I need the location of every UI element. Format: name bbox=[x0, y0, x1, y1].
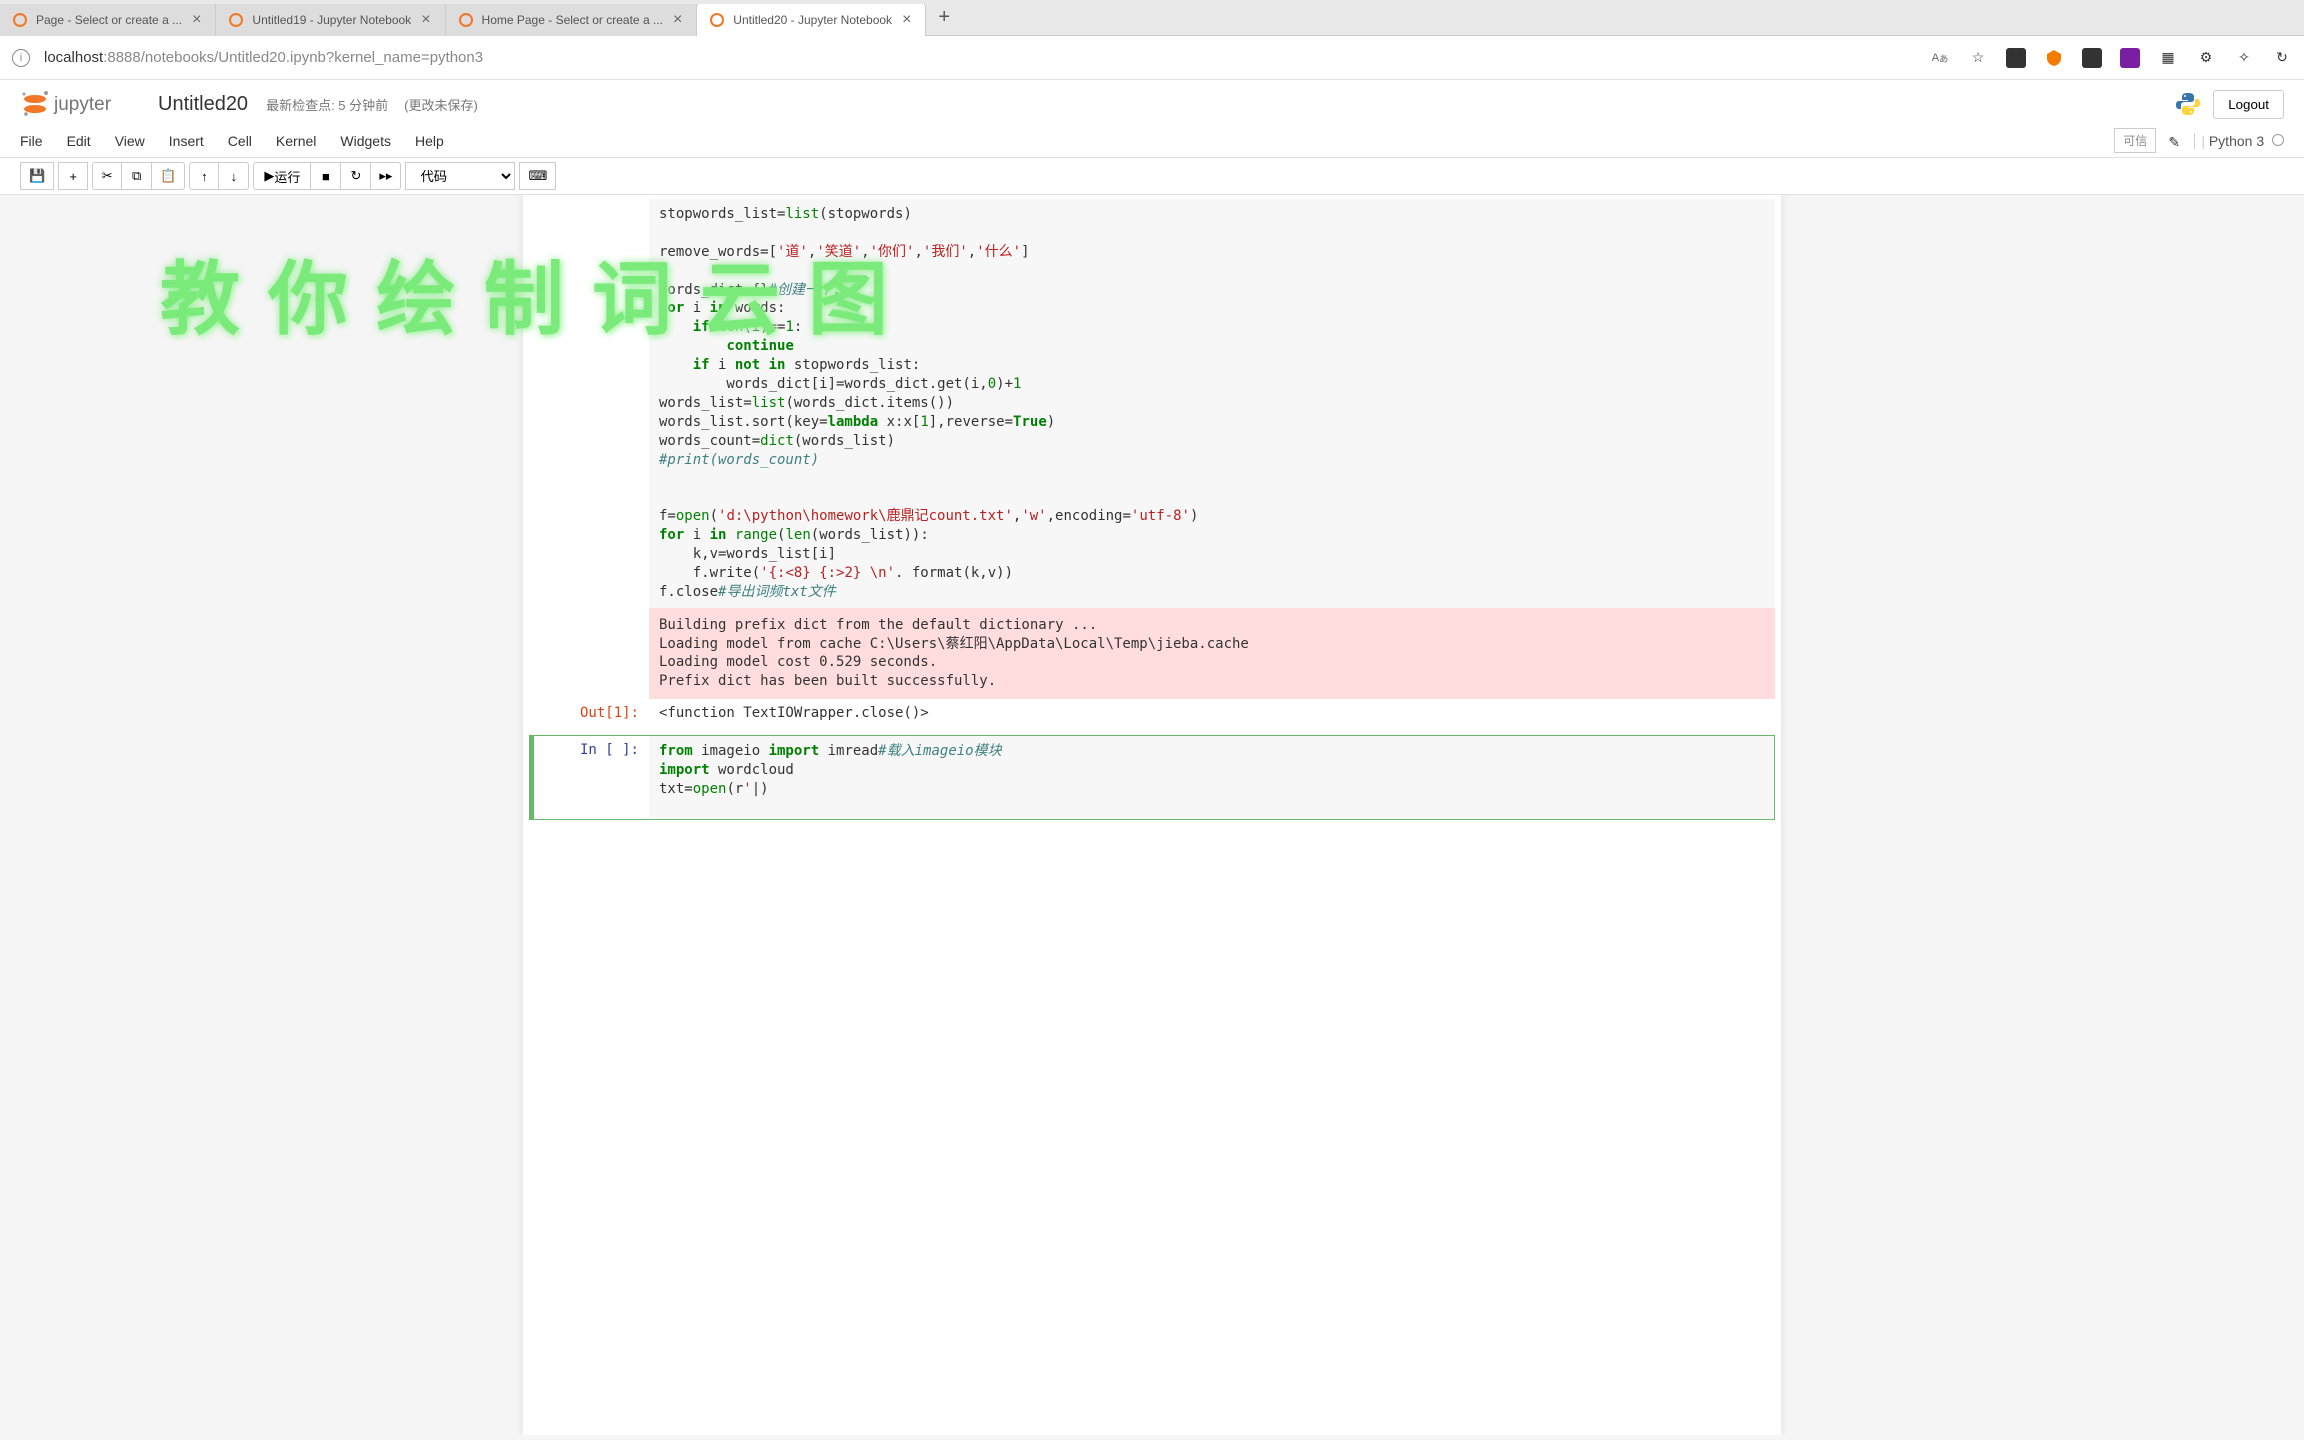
jupyter-tab-icon bbox=[709, 12, 725, 28]
kernel-name[interactable]: | Python 3 bbox=[2194, 133, 2284, 149]
menu-right: 可信 ✎ | Python 3 bbox=[2114, 128, 2284, 153]
logout-button[interactable]: Logout bbox=[2213, 90, 2284, 119]
url-host: localhost bbox=[44, 49, 103, 66]
favorites-icon[interactable]: ✧ bbox=[2234, 48, 2254, 68]
extensions-icon[interactable]: ⚙ bbox=[2196, 48, 2216, 68]
site-info-icon[interactable]: i bbox=[12, 49, 30, 67]
output-cell-1: Out[1]: <function TextIOWrapper.close()> bbox=[529, 699, 1775, 727]
move-up-button[interactable]: ↑ bbox=[189, 162, 219, 190]
cut-button[interactable]: ✂ bbox=[92, 162, 122, 190]
browser-tab-1[interactable]: Untitled19 - Jupyter Notebook × bbox=[216, 4, 445, 36]
history-icon[interactable]: ↻ bbox=[2272, 48, 2292, 68]
notebook-title[interactable]: Untitled20 bbox=[158, 93, 248, 116]
browser-tabstrip: Page - Select or create a ... × Untitled… bbox=[0, 0, 2304, 36]
unsaved-status: (更改未保存) bbox=[404, 95, 478, 114]
input-prompt-2: In [ ]: bbox=[534, 736, 649, 819]
browser-tab-2[interactable]: Home Page - Select or create a ... × bbox=[446, 4, 698, 36]
jupyter-header: jupyter Untitled20 最新检查点: 5 分钟前 (更改未保存) … bbox=[0, 80, 2304, 124]
stderr-text: Building prefix dict from the default di… bbox=[649, 608, 1775, 700]
close-icon[interactable]: × bbox=[190, 11, 203, 29]
ext-icon-4[interactable] bbox=[2120, 48, 2140, 68]
code-cell-1[interactable]: stopwords_list=list(stopwords) remove_wo… bbox=[529, 199, 1775, 608]
close-icon[interactable]: × bbox=[900, 11, 913, 29]
tab-title: Untitled19 - Jupyter Notebook bbox=[252, 13, 411, 27]
ext-icon-2[interactable] bbox=[2044, 48, 2064, 68]
code-editor-1[interactable]: stopwords_list=list(stopwords) remove_wo… bbox=[649, 199, 1775, 608]
tab-title: Untitled20 - Jupyter Notebook bbox=[733, 13, 892, 27]
jupyter-logo[interactable]: jupyter bbox=[20, 88, 140, 120]
output-prompt-1: Out[1]: bbox=[529, 699, 649, 727]
kernel-idle-icon bbox=[2272, 134, 2284, 146]
run-button[interactable]: ▶ 运行 bbox=[253, 162, 311, 190]
stderr-output: Building prefix dict from the default di… bbox=[529, 608, 1775, 700]
menu-view[interactable]: View bbox=[115, 129, 145, 153]
jupyter-tab-icon bbox=[458, 12, 474, 28]
close-icon[interactable]: × bbox=[671, 11, 684, 29]
move-down-button[interactable]: ↓ bbox=[219, 162, 249, 190]
jupyter-menubar: File Edit View Insert Cell Kernel Widget… bbox=[0, 124, 2304, 158]
jupyter-logo-svg: jupyter bbox=[20, 88, 140, 120]
jupyter-tab-icon bbox=[228, 12, 244, 28]
notebook-container: stopwords_list=list(stopwords) remove_wo… bbox=[523, 195, 1781, 1435]
browser-tab-3[interactable]: Untitled20 - Jupyter Notebook × bbox=[697, 4, 926, 36]
star-icon[interactable]: ☆ bbox=[1968, 48, 1988, 68]
save-button[interactable]: 💾 bbox=[20, 162, 54, 190]
menu-help[interactable]: Help bbox=[415, 129, 444, 153]
svg-text:jupyter: jupyter bbox=[53, 94, 112, 115]
add-cell-button[interactable]: + bbox=[58, 162, 88, 190]
header-right: Logout bbox=[2175, 90, 2284, 119]
code-cell-2[interactable]: In [ ]: from imageio import imread#载入ima… bbox=[529, 735, 1775, 820]
output-text-1: <function TextIOWrapper.close()> bbox=[649, 699, 1775, 727]
ext-icon-1[interactable] bbox=[2006, 48, 2026, 68]
menu-file[interactable]: File bbox=[20, 129, 43, 153]
restart-button[interactable]: ↻ bbox=[341, 162, 371, 190]
python-logo-icon bbox=[2175, 91, 2201, 117]
browser-address-bar: i localhost:8888/notebooks/Untitled20.ip… bbox=[0, 36, 2304, 80]
copy-button[interactable]: ⧉ bbox=[122, 162, 152, 190]
tab-title: Page - Select or create a ... bbox=[36, 13, 182, 27]
notebook-toolbar: 💾 + ✂ ⧉ 📋 ↑ ↓ ▶ 运行 ■ ↻ ▸▸ 代码 ⌨ bbox=[0, 158, 2304, 195]
collections-icon[interactable]: ▦ bbox=[2158, 48, 2178, 68]
browser-toolbar-icons: Aあ ☆ ▦ ⚙ ✧ ↻ bbox=[1930, 48, 2292, 68]
code-editor-2[interactable]: from imageio import imread#载入imageio模块 i… bbox=[649, 736, 1774, 819]
input-prompt-1 bbox=[529, 199, 649, 608]
menu-widgets[interactable]: Widgets bbox=[340, 129, 391, 153]
url-display[interactable]: localhost:8888/notebooks/Untitled20.ipyn… bbox=[44, 49, 1916, 66]
browser-tab-0[interactable]: Page - Select or create a ... × bbox=[0, 4, 216, 36]
translate-icon[interactable]: Aあ bbox=[1930, 48, 1950, 68]
tab-title: Home Page - Select or create a ... bbox=[482, 13, 663, 27]
menu-insert[interactable]: Insert bbox=[169, 129, 204, 153]
stop-button[interactable]: ■ bbox=[311, 162, 341, 190]
url-port: :8888 bbox=[103, 49, 141, 66]
new-tab-button[interactable]: + bbox=[926, 6, 962, 29]
close-icon[interactable]: × bbox=[419, 11, 432, 29]
ext-icon-3[interactable] bbox=[2082, 48, 2102, 68]
jupyter-tab-icon bbox=[12, 12, 28, 28]
output-prompt-blank bbox=[529, 608, 649, 700]
command-palette-button[interactable]: ⌨ bbox=[519, 162, 556, 190]
url-path: /notebooks/Untitled20.ipynb?kernel_name=… bbox=[141, 49, 483, 66]
checkpoint-status: 最新检查点: 5 分钟前 bbox=[266, 95, 388, 114]
menu-kernel[interactable]: Kernel bbox=[276, 129, 316, 153]
paste-button[interactable]: 📋 bbox=[152, 162, 185, 190]
menu-items: File Edit View Insert Cell Kernel Widget… bbox=[20, 129, 444, 153]
header-left: jupyter Untitled20 最新检查点: 5 分钟前 (更改未保存) bbox=[20, 88, 478, 120]
edit-icon[interactable]: ✎ bbox=[2168, 134, 2182, 148]
notebook-area: stopwords_list=list(stopwords) remove_wo… bbox=[0, 195, 2304, 1435]
menu-cell[interactable]: Cell bbox=[228, 129, 252, 153]
fast-forward-button[interactable]: ▸▸ bbox=[371, 162, 401, 190]
cell-type-select[interactable]: 代码 bbox=[405, 162, 515, 190]
menu-edit[interactable]: Edit bbox=[67, 129, 91, 153]
trusted-button[interactable]: 可信 bbox=[2114, 128, 2156, 153]
